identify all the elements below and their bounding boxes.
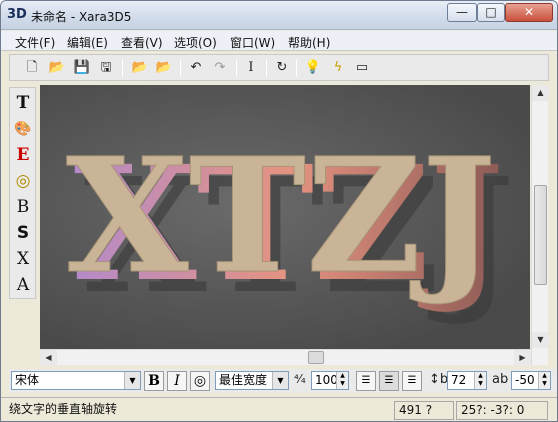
left-toolbar: T 🎨 E ◎ B S X A	[9, 87, 36, 299]
main-toolbar: 🗋 📂 💾 🖫 📂 📂 ↶ ↷ I ↻ 💡 ϟ ▭	[9, 54, 549, 81]
frame-icon[interactable]: ▭	[352, 58, 372, 78]
open-icon[interactable]: 📂	[47, 58, 67, 78]
vertical-scroll-thumb[interactable]	[534, 185, 547, 285]
menu-help[interactable]: 帮助(H)	[288, 34, 330, 51]
horizontal-scroll-thumb[interactable]	[308, 351, 324, 364]
line-spacing-icon: ↕b	[429, 372, 449, 387]
status-hint: 绕文字的垂直轴旋转	[5, 401, 391, 420]
outline-button[interactable]: ◎	[190, 371, 210, 391]
title-bar: 3D 未命名 - Xara3D5 — □ ✕	[1, 1, 557, 30]
line-spacing-input[interactable]: 72 ▲ ▼	[447, 371, 487, 390]
new-icon[interactable]: 🗋	[22, 58, 42, 78]
3d-text-render: XTZJ XTZJ XTZJ	[66, 124, 515, 330]
close-button[interactable]: ✕	[505, 3, 553, 22]
undo-icon[interactable]: ↶	[186, 58, 206, 78]
char-spacing-input[interactable]: -50 ▲ ▼	[511, 371, 551, 390]
line-spacing-spinner[interactable]: ▲ ▼	[474, 372, 486, 389]
open-animation-icon[interactable]: 📂	[130, 58, 150, 78]
texture-tool-icon[interactable]: A	[12, 274, 34, 296]
shadow-tool-icon[interactable]: S	[12, 222, 34, 244]
width-mode-select[interactable]: 最佳宽度 ▼	[215, 371, 289, 390]
render-canvas[interactable]: XTZJ XTZJ XTZJ	[40, 85, 530, 349]
align-right-button[interactable]: ☰	[402, 371, 422, 391]
window-title: 未命名 - Xara3D5	[31, 10, 132, 24]
font-dropdown-icon[interactable]: ▼	[124, 372, 140, 389]
canvas-text: XTZJ	[66, 124, 496, 309]
scroll-right-button[interactable]: ▶	[514, 350, 531, 366]
text-cursor-icon[interactable]: I	[241, 58, 261, 78]
lightbulb-icon[interactable]: 💡	[303, 58, 323, 78]
export-icon[interactable]: 🖫	[96, 58, 116, 78]
scroll-up-button[interactable]: ▲	[532, 85, 549, 101]
menu-file[interactable]: 文件(F)	[15, 34, 55, 51]
lightning-icon[interactable]: ϟ	[328, 58, 348, 78]
menu-bar: 文件(F) 编辑(E) 查看(V) 选项(O) 窗口(W) 帮助(H)	[1, 31, 557, 51]
vertical-scrollbar[interactable]: ▲ ▼	[531, 85, 549, 365]
color-tool-icon[interactable]: 🎨	[12, 118, 34, 140]
italic-button[interactable]: I	[167, 371, 187, 391]
font-size-icon: ⁴⁄₄	[294, 372, 306, 386]
maximize-button[interactable]: □	[477, 3, 505, 22]
width-mode-dropdown-icon[interactable]: ▼	[272, 372, 288, 389]
font-size-spinner[interactable]: ▲ ▼	[336, 372, 348, 389]
open-style-icon[interactable]: 📂	[154, 58, 174, 78]
horizontal-scrollbar[interactable]: ◀ ▶	[40, 349, 531, 366]
save-icon[interactable]: 💾	[72, 58, 92, 78]
bevel-tool-icon[interactable]: ◎	[12, 170, 34, 192]
scroll-down-button[interactable]: ▼	[532, 332, 549, 348]
app-window: 3D 未命名 - Xara3D5 — □ ✕ 文件(F) 编辑(E) 查看(V)…	[0, 0, 558, 422]
bold-tool-icon[interactable]: B	[12, 196, 34, 218]
menu-edit[interactable]: 编辑(E)	[67, 34, 108, 51]
bold-button[interactable]: B	[144, 371, 164, 391]
status-coords: 25?: -3?: 0	[456, 401, 548, 420]
align-left-button[interactable]: ☰	[356, 371, 376, 391]
menu-view[interactable]: 查看(V)	[121, 34, 163, 51]
menu-window[interactable]: 窗口(W)	[230, 34, 275, 51]
format-toolbar: 宋体 ▼ B I ◎ 最佳宽度 ▼ ⁴⁄₄ 100 ▲ ▼ ☰ ☰ ☰ ↕b 72…	[9, 369, 557, 393]
align-center-button[interactable]: ☰	[379, 371, 399, 391]
width-mode-value: 最佳宽度	[219, 373, 268, 387]
char-spacing-icon: ab	[492, 372, 509, 387]
font-value: 宋体	[15, 373, 40, 387]
minimize-button[interactable]: —	[447, 3, 477, 22]
status-bar: 绕文字的垂直轴旋转 491 ?267 25?: -3?: 0	[1, 397, 557, 421]
extrude-tool-icon[interactable]: X	[12, 248, 34, 270]
edit-text-tool-icon[interactable]: E	[12, 144, 34, 166]
font-size-input[interactable]: 100 ▲ ▼	[311, 371, 349, 390]
font-select[interactable]: 宋体 ▼	[11, 371, 141, 390]
redo-icon[interactable]: ↷	[210, 58, 230, 78]
char-spacing-spinner[interactable]: ▲ ▼	[538, 372, 550, 389]
text-tool-icon[interactable]: T	[12, 92, 34, 114]
menu-options[interactable]: 选项(O)	[174, 34, 217, 51]
status-size: 491 ?267	[394, 401, 454, 421]
app-icon: 3D	[7, 7, 27, 22]
scroll-left-button[interactable]: ◀	[40, 350, 57, 366]
rotate-icon[interactable]: ↻	[272, 58, 292, 78]
